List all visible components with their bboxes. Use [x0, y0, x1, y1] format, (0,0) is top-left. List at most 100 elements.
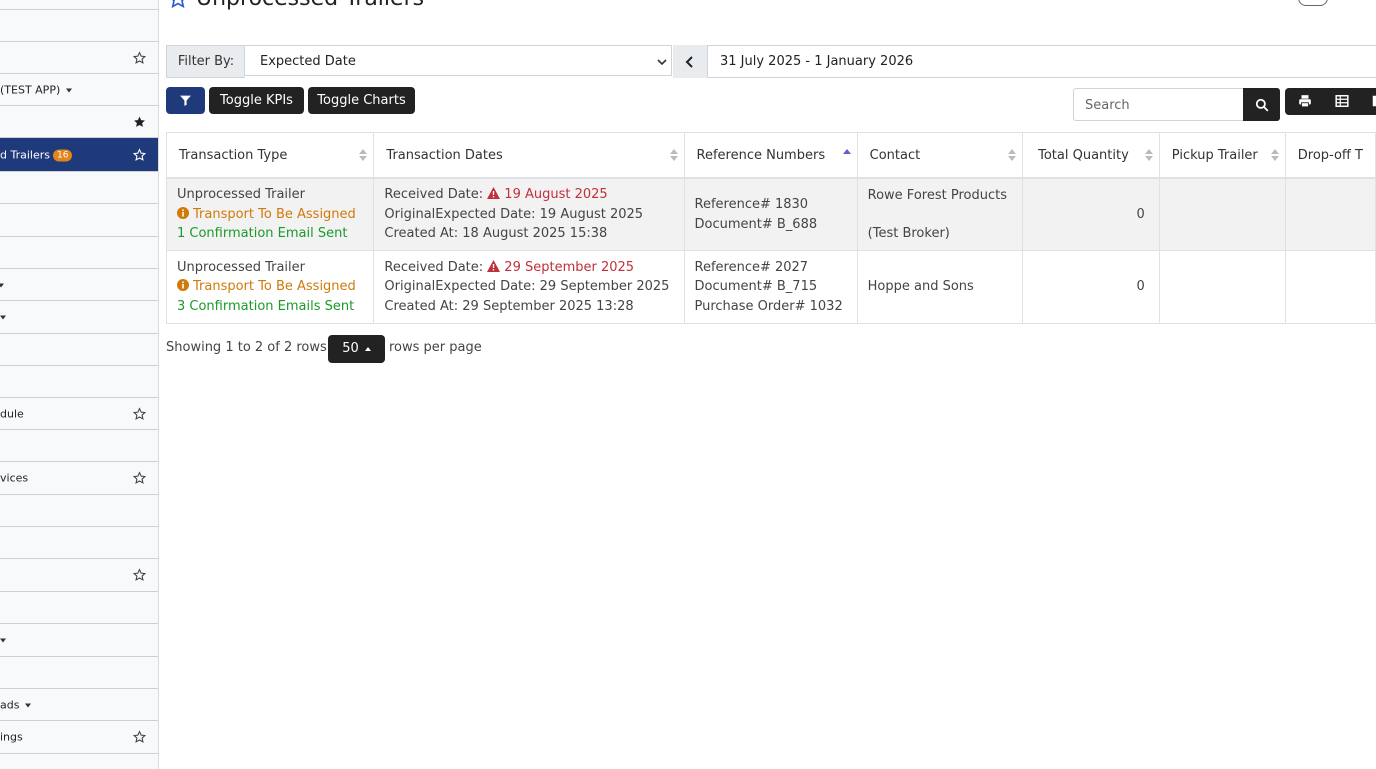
sidebar-item[interactable] [0, 172, 158, 204]
sidebar-item-test-app[interactable]: (TEST APP) [0, 74, 158, 106]
star-outline-icon[interactable] [133, 471, 146, 485]
sidebar-item[interactable] [0, 559, 158, 592]
contact-cell: Hoppe and Sons [856, 250, 1023, 324]
column-header-pickup-trailer[interactable]: Pickup Trailer [1158, 132, 1286, 179]
print-icon[interactable] [1298, 94, 1312, 108]
sidebar-item[interactable] [0, 592, 158, 624]
page-title-text: Unprocessed Trailers [196, 0, 424, 11]
sort-both-icon [1007, 149, 1016, 161]
sidebar-item[interactable] [0, 269, 158, 301]
star-outline-icon[interactable] [133, 568, 146, 582]
sidebar-item-label: ings [0, 730, 23, 744]
page-size-button[interactable]: 50 [328, 335, 385, 363]
caret-down-icon [0, 315, 6, 320]
reference-number: Reference# 2027 [694, 259, 809, 275]
sidebar-item[interactable] [0, 495, 158, 527]
received-date: Received Date: 19 August 2025 [384, 185, 673, 205]
search-button[interactable] [1243, 88, 1280, 121]
page-title: Unprocessed Trailers [168, 0, 424, 11]
created-at: Created At: 29 September 2025 13:28 [384, 298, 634, 314]
reference-numbers-cell: Reference# 1830 Document# B_688 [683, 177, 858, 251]
sidebar: (TEST APP) d Trailers 16 dule vices ads i… [0, 0, 159, 769]
sidebar-item-schedule[interactable]: dule [0, 398, 158, 430]
pickup-trailer-cell [1158, 177, 1286, 251]
star-filled-icon[interactable] [133, 115, 146, 128]
star-outline-icon[interactable] [133, 730, 146, 744]
sidebar-item-unprocessed-trailers[interactable]: d Trailers 16 [0, 138, 158, 172]
sidebar-item[interactable] [0, 237, 158, 269]
sidebar-item[interactable] [0, 204, 158, 237]
sidebar-item[interactable] [0, 42, 158, 74]
sidebar-item[interactable] [0, 624, 158, 657]
rows-per-page-label: rows per page [389, 340, 482, 355]
info-icon [177, 279, 189, 292]
table-header-row: Transaction Type Transaction Dates Refer… [165, 132, 1376, 179]
confirmation-emails: 1 Confirmation Email Sent [177, 226, 348, 242]
toggle-kpis-button[interactable]: Toggle KPIs [209, 87, 304, 114]
toggle-charts-button[interactable]: Toggle Charts [308, 87, 415, 114]
caret-down-icon [0, 283, 4, 287]
column-header-label: Transaction Dates [386, 147, 503, 163]
column-header-contact[interactable]: Contact [856, 132, 1023, 179]
document-number: Document# B_715 [694, 279, 818, 295]
filter-button[interactable] [166, 87, 205, 114]
contact-cell: Rowe Forest Products (Test Broker) [856, 177, 1023, 251]
confirmation-emails: 3 Confirmation Emails Sent [177, 298, 355, 314]
caret-up-icon [364, 346, 371, 351]
sidebar-item-services[interactable]: vices [0, 462, 158, 495]
sidebar-item[interactable] [0, 430, 158, 462]
drop-off-trailer-cell [1284, 177, 1376, 251]
transaction-type-cell: Unprocessed Trailer Transport To Be Assi… [165, 177, 375, 251]
transport-status: Transport To Be Assigned [177, 277, 363, 297]
column-header-reference-numbers[interactable]: Reference Numbers [683, 132, 858, 179]
column-header-label: Transaction Type [179, 147, 288, 163]
sidebar-item-label [0, 278, 4, 291]
bookmark-star-icon[interactable] [168, 0, 188, 9]
sidebar-item[interactable] [0, 366, 158, 398]
sort-both-icon [359, 149, 368, 161]
sidebar-item[interactable] [0, 106, 158, 138]
sort-both-icon [669, 149, 678, 161]
filter-row: Filter By: Expected Date 31 July 2025 - … [166, 45, 1376, 78]
date-range-input[interactable]: 31 July 2025 - 1 January 2026 [707, 45, 1376, 78]
sort-both-icon [1270, 149, 1279, 161]
count-badge: 16 [52, 149, 73, 161]
transactions-table: Transaction Type Transaction Dates Refer… [165, 132, 1376, 324]
column-header-label: Pickup Trailer [1171, 147, 1258, 163]
column-header-drop-off-trailer[interactable]: Drop-off T [1284, 132, 1376, 179]
sidebar-item[interactable] [0, 334, 158, 366]
column-header-total-quantity[interactable]: Total Quantity [1021, 132, 1160, 179]
sidebar-item[interactable] [0, 301, 158, 334]
table-row[interactable]: Unprocessed Trailer Transport To Be Assi… [165, 250, 1376, 324]
sidebar-item-label [0, 311, 6, 324]
created-at: Created At: 18 August 2025 15:38 [384, 226, 608, 242]
contact-name: Hoppe and Sons [867, 279, 974, 295]
sidebar-item-uploads[interactable]: ads [0, 689, 158, 721]
column-header-label: Drop-off T [1297, 147, 1363, 163]
star-outline-icon[interactable] [133, 51, 146, 64]
toggle-switch[interactable] [1298, 0, 1328, 6]
sidebar-item-settings[interactable]: ings [0, 721, 158, 754]
sidebar-item[interactable] [0, 10, 158, 42]
columns-icon[interactable] [1335, 94, 1349, 108]
transaction-type-cell: Unprocessed Trailer Transport To Be Assi… [165, 250, 375, 324]
star-outline-icon[interactable] [133, 148, 146, 161]
export-icon[interactable] [1371, 94, 1376, 108]
star-outline-icon[interactable] [133, 407, 146, 420]
transport-status-text: Transport To Be Assigned [193, 279, 356, 295]
original-expected-date: OriginalExpected Date: 29 September 2025 [384, 279, 670, 295]
column-header-label: Total Quantity [1038, 147, 1129, 163]
sidebar-item[interactable] [0, 527, 158, 559]
sidebar-item[interactable] [0, 657, 158, 689]
table-row[interactable]: Unprocessed Trailer Transport To Be Assi… [165, 177, 1376, 251]
received-date-text: 29 September 2025 [504, 259, 635, 275]
sidebar-item-label: dule [0, 407, 24, 420]
column-header-transaction-type[interactable]: Transaction Type [165, 132, 375, 179]
column-header-transaction-dates[interactable]: Transaction Dates [373, 132, 685, 179]
sidebar-item[interactable] [0, 0, 158, 10]
search-input[interactable]: Search [1073, 88, 1243, 121]
filter-by-select[interactable]: Expected Date [244, 45, 672, 76]
previous-range-button[interactable] [673, 45, 707, 78]
sort-ascending-icon [842, 149, 851, 154]
page-size-value: 50 [342, 341, 359, 356]
